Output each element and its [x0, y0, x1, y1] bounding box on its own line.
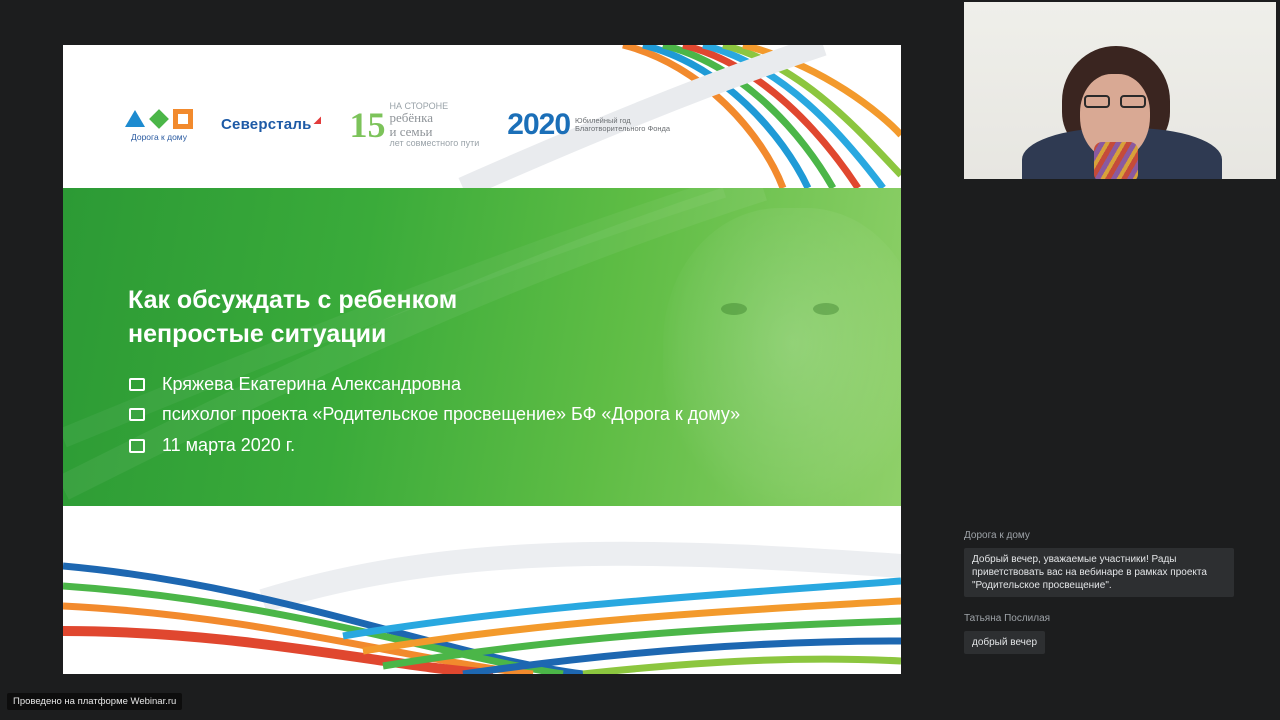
slide-footer — [63, 506, 901, 674]
triangle-icon — [125, 110, 145, 127]
slide-title-line1: Как обсуждать с ребенком — [128, 286, 458, 314]
slide-title-line2: непростые ситуации — [128, 320, 387, 348]
scarf — [1094, 142, 1138, 179]
na-storone-line2: ребёнка — [389, 110, 433, 126]
anniversary-number: 15 — [349, 105, 386, 145]
date-row: 11 марта 2020 г. — [129, 435, 295, 456]
year-2020: 2020 — [507, 108, 571, 141]
glasses — [1084, 95, 1146, 109]
speaker-role: психолог проекта «Родительское просвещен… — [162, 404, 741, 424]
speaker-name: Кряжева Екатерина Александровна — [162, 374, 462, 394]
doroga-logo: Дорога к дому — [125, 108, 193, 142]
diamond-icon — [149, 108, 169, 129]
severstal-mark-icon — [313, 116, 322, 124]
ribbon-decoration-bottom — [63, 541, 901, 674]
child-photo — [663, 208, 901, 506]
webinar-room: Дорога к дому Северсталь 15 НА СТОРОНЕ р… — [0, 0, 1280, 720]
calendar-icon — [129, 438, 145, 453]
chat-message: добрый вечер — [964, 631, 1045, 654]
jubilee-logo: 2020 Юбилейный год Благотворительного Фо… — [507, 108, 670, 142]
slide-header: Дорога к дому Северсталь 15 НА СТОРОНЕ р… — [63, 45, 901, 188]
id-card-icon — [129, 378, 145, 391]
briefcase-icon — [129, 408, 145, 421]
speaker-video[interactable] — [964, 2, 1276, 179]
speaker-row: Кряжева Екатерина Александровна — [129, 374, 461, 395]
chat-panel: Дорога к дому Добрый вечер, уважаемые уч… — [964, 530, 1234, 670]
doroga-logo-label: Дорога к дому — [131, 131, 187, 142]
severstal-logo: Северсталь — [221, 116, 322, 134]
severstal-text: Северсталь — [221, 116, 312, 133]
partner-logos: Дорога к дому Северсталь 15 НА СТОРОНЕ р… — [125, 100, 670, 150]
chat-message: Добрый вечер, уважаемые участники! Рады … — [964, 548, 1234, 597]
platform-badge[interactable]: Проведено на платформе Webinar.ru — [7, 693, 183, 710]
presentation-slide: Дорога к дому Северсталь 15 НА СТОРОНЕ р… — [63, 45, 901, 674]
na-storone-line3: и семьи — [389, 124, 433, 139]
slide-title: Как обсуждать с ребенком непростые ситуа… — [128, 283, 648, 351]
role-row: психолог проекта «Родительское просвещен… — [129, 404, 740, 425]
na-storone-line4: лет совместного пути — [389, 137, 480, 148]
jubilee-line2: Благотворительного Фонда — [575, 124, 671, 133]
na-storone-logo: 15 НА СТОРОНЕ ребёнка и семьи лет совмес… — [349, 101, 480, 148]
square-icon — [173, 108, 193, 129]
webinar-date: 11 марта 2020 г. — [162, 435, 296, 455]
chat-author: Дорога к дому — [964, 530, 1030, 541]
chat-author: Татьяна Послилая — [964, 613, 1051, 624]
